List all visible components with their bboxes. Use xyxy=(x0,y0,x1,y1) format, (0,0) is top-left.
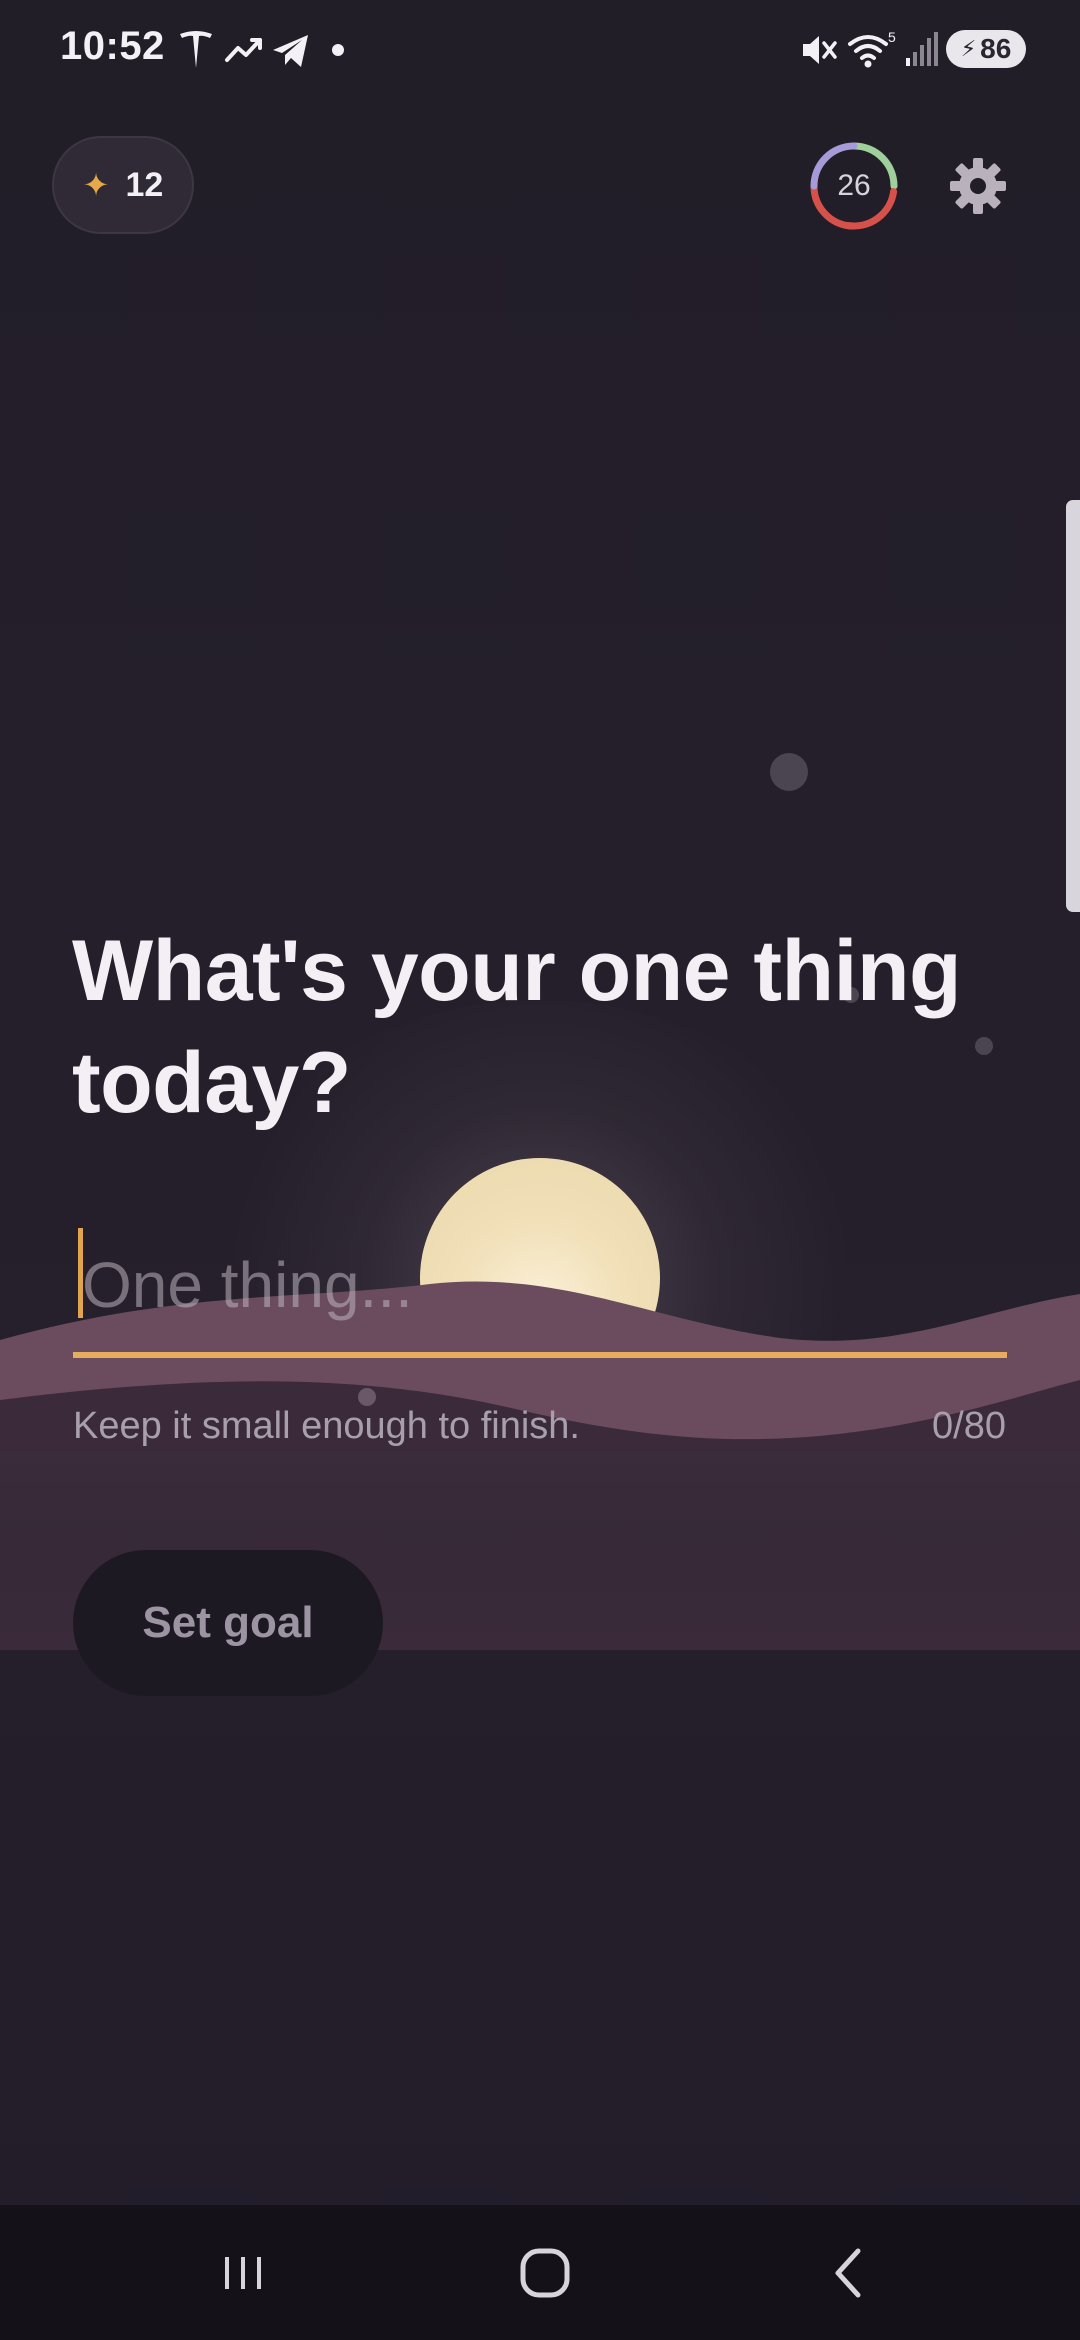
streak-counter-button[interactable]: ✦ 12 xyxy=(52,136,194,234)
status-bar: 10:52 5 ⚡ 86 xyxy=(0,0,1080,100)
streak-count: 12 xyxy=(125,165,164,204)
battery-level: 86 xyxy=(980,33,1012,64)
mute-icon xyxy=(803,36,837,64)
sparkle-icon: ✦ xyxy=(82,167,110,203)
home-icon xyxy=(520,2248,570,2297)
tesla-icon xyxy=(180,31,212,68)
decorative-dot xyxy=(358,1388,376,1406)
recent-apps-icon xyxy=(225,2256,261,2289)
battery-indicator: ⚡ 86 xyxy=(946,30,1026,68)
recent-apps-button[interactable] xyxy=(143,2205,343,2340)
decorative-dot xyxy=(770,753,808,791)
set-goal-button[interactable]: Set goal xyxy=(73,1550,383,1696)
input-hint: Keep it small enough to finish. xyxy=(73,1405,580,1447)
signal-icon xyxy=(906,32,938,66)
input-underline xyxy=(73,1352,1007,1358)
back-button[interactable] xyxy=(748,2205,948,2340)
progress-ring-button[interactable]: 26 xyxy=(810,142,898,230)
goal-input[interactable] xyxy=(72,1225,1007,1345)
battery-charging-icon: ⚡ xyxy=(960,36,977,61)
svg-text:5: 5 xyxy=(888,29,896,45)
notification-dot-icon xyxy=(332,44,344,56)
trending-icon xyxy=(225,38,262,62)
page-title: What's your one thing today? xyxy=(72,923,962,1131)
gear-icon[interactable] xyxy=(948,156,1008,216)
character-count: 0/80 xyxy=(932,1405,1006,1447)
scroll-indicator[interactable] xyxy=(1066,500,1080,912)
back-icon xyxy=(835,2248,861,2297)
progress-ring-value: 26 xyxy=(837,169,871,202)
wifi-icon: 5 xyxy=(848,29,896,68)
app-screen: 10:52 5 ⚡ 86 ✦ 12 26 What's your one thi… xyxy=(0,0,1080,2340)
telegram-icon xyxy=(273,35,308,67)
status-time: 10:52 xyxy=(60,24,165,68)
system-navigation-bar xyxy=(0,2205,1080,2340)
home-button[interactable] xyxy=(445,2205,645,2340)
text-cursor xyxy=(78,1228,83,1318)
